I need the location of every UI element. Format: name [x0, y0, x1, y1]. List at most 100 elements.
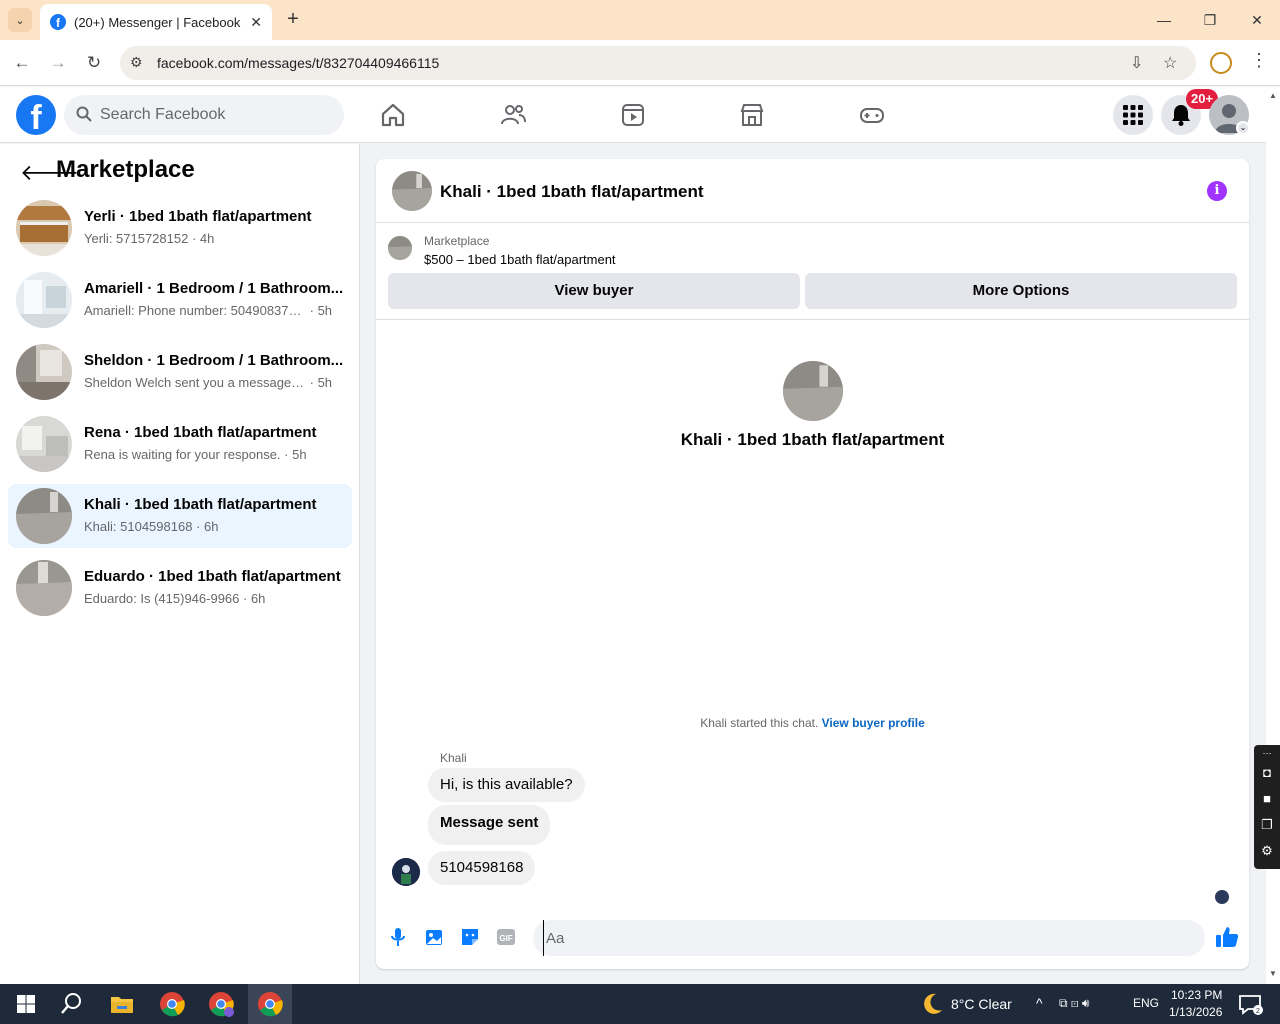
tray-icons[interactable]: ⧉ ⊡ 🔊︎: [1059, 996, 1089, 1011]
intro-thumbnail: [783, 361, 843, 421]
browser-profile-icon[interactable]: [1210, 52, 1232, 74]
browser-tab[interactable]: f (20+) Messenger | Facebook ✕: [40, 4, 272, 40]
reload-icon[interactable]: ↻: [82, 51, 106, 75]
scroll-up-icon[interactable]: ▲: [1269, 91, 1277, 100]
facebook-favicon-icon: f: [50, 14, 66, 30]
chat-thumbnail[interactable]: [392, 171, 432, 211]
info-icon[interactable]: i: [1207, 181, 1227, 201]
language-indicator[interactable]: ENG: [1133, 996, 1159, 1010]
more-tools-icon[interactable]: ⋯: [1258, 745, 1276, 761]
chevron-down-icon[interactable]: ⌄: [1236, 121, 1250, 135]
sticker-icon[interactable]: [460, 927, 480, 947]
close-window-button[interactable]: ✕: [1234, 8, 1280, 32]
bell-icon: [1172, 105, 1190, 126]
conversation-item[interactable]: Amariell · 1 Bedroom / 1 Bathroom... Ama…: [8, 268, 352, 332]
chat-started-notice: Khali started this chat. View buyer prof…: [376, 716, 1249, 730]
conversation-item[interactable]: Yerli · 1bed 1bath flat/apartment Yerli:…: [8, 196, 352, 260]
chrome-active-icon[interactable]: [256, 990, 284, 1018]
conversation-item[interactable]: Eduardo · 1bed 1bath flat/apartment Edua…: [8, 556, 352, 620]
video-camera-icon[interactable]: ■: [1258, 791, 1276, 807]
started-text: Khali started this chat.: [700, 716, 822, 730]
video-icon[interactable]: [619, 101, 647, 129]
sender-avatar[interactable]: [392, 858, 420, 886]
listing-thumbnail: [16, 560, 72, 616]
gif-label: GIF: [499, 934, 512, 943]
minimize-button[interactable]: —: [1141, 8, 1187, 32]
listing-price[interactable]: $500 – 1bed 1bath flat/apartment: [424, 252, 616, 267]
search-input[interactable]: [100, 95, 330, 135]
taskbar-search-icon[interactable]: [58, 990, 86, 1018]
photo-icon[interactable]: [424, 927, 444, 947]
conversation-item-active[interactable]: Khali · 1bed 1bath flat/apartment Khali:…: [8, 484, 352, 548]
bookmark-star-icon[interactable]: ☆: [1163, 53, 1177, 73]
conversation-item[interactable]: Rena · 1bed 1bath flat/apartment Rena is…: [8, 412, 352, 476]
camera-icon[interactable]: ◘: [1258, 765, 1276, 781]
conversation-snippet: Rena is waiting for your response.: [84, 447, 281, 462]
conversation-time: 6h: [204, 519, 219, 534]
facebook-header: f 20+ ⌄: [0, 87, 1266, 143]
menu-grid-button[interactable]: [1113, 95, 1153, 135]
listing-thumbnail: [16, 416, 72, 472]
tab-close-icon[interactable]: ✕: [250, 14, 262, 31]
conversation-name: Rena · 1bed 1bath flat/apartment: [84, 424, 317, 441]
gaming-icon[interactable]: [858, 101, 886, 129]
view-buyer-button[interactable]: View buyer: [388, 273, 800, 309]
back-icon[interactable]: ←: [10, 51, 34, 75]
conversation-sidebar: 🡐 Marketplace Yerli · 1bed 1bath flat/ap…: [0, 144, 360, 984]
chat-header: Khali · 1bed 1bath flat/apartment i: [376, 159, 1249, 223]
conversation-item[interactable]: Sheldon · 1 Bedroom / 1 Bathroom... Shel…: [8, 340, 352, 404]
window-icon[interactable]: ❐: [1258, 817, 1276, 833]
chrome-icon[interactable]: [158, 990, 186, 1018]
gif-icon[interactable]: GIF: [496, 927, 516, 947]
message-bubble[interactable]: 5104598168: [428, 851, 536, 885]
intro-title: Khali · 1bed 1bath flat/apartment: [680, 430, 945, 449]
search-icon: [76, 106, 92, 122]
listing-thumbnail: [16, 272, 72, 328]
listing-source: Marketplace: [424, 234, 490, 248]
thumbs-up-icon[interactable]: [1215, 925, 1239, 949]
browser-menu-icon[interactable]: ⋮: [1250, 50, 1268, 71]
windows-taskbar: 8°C Clear ^ ⧉ ⊡ 🔊︎ ENG 10:23 PM 1/13/202…: [0, 984, 1280, 1024]
friends-icon[interactable]: [499, 101, 527, 129]
windows-start-icon[interactable]: [12, 990, 40, 1018]
message-bubble[interactable]: Message sent: [428, 805, 551, 845]
forward-icon[interactable]: →: [46, 51, 70, 75]
file-explorer-icon[interactable]: [108, 990, 136, 1018]
conversation-snippet: Khali: 5104598168: [84, 519, 193, 534]
sender-name: Khali: [440, 751, 467, 765]
clock-time[interactable]: 10:23 PM: [1171, 988, 1222, 1002]
address-bar[interactable]: ⚙ facebook.com/messages/t/83270440946611…: [120, 46, 1196, 80]
more-options-button[interactable]: More Options: [805, 273, 1237, 309]
message-bubble[interactable]: Hi, is this available?: [428, 768, 585, 802]
url-text[interactable]: facebook.com/messages/t/832704409466115: [157, 55, 439, 71]
listing-thumbnail: [388, 236, 412, 260]
message-input[interactable]: [543, 920, 1143, 956]
facebook-logo[interactable]: f: [16, 95, 56, 135]
notification-center-icon[interactable]: 2: [1236, 990, 1264, 1018]
svg-text:2: 2: [1256, 1008, 1260, 1015]
marketplace-icon[interactable]: [738, 101, 766, 129]
microphone-icon[interactable]: [388, 927, 408, 947]
browser-toolbar: ← → ↻ ⚙ facebook.com/messages/t/83270440…: [0, 40, 1280, 86]
install-app-icon[interactable]: ⇩: [1130, 53, 1143, 73]
site-info-icon[interactable]: ⚙: [130, 54, 143, 71]
seen-indicator-avatar: [1215, 890, 1229, 904]
weather-moon-icon[interactable]: [918, 990, 946, 1018]
clock-date[interactable]: 1/13/2026: [1169, 1005, 1222, 1019]
home-icon[interactable]: [379, 101, 407, 129]
facebook-search[interactable]: [64, 95, 344, 135]
conversation-name: Sheldon · 1 Bedroom / 1 Bathroom...: [84, 352, 344, 369]
tab-search-button[interactable]: ⌄: [8, 8, 32, 32]
conversation-snippet: Sheldon Welch sent you a message a...: [84, 375, 306, 390]
chat-title[interactable]: Khali · 1bed 1bath flat/apartment: [440, 182, 704, 202]
settings-gear-icon[interactable]: ⚙: [1258, 843, 1276, 859]
restore-button[interactable]: ❐: [1187, 8, 1233, 32]
message-input-wrapper[interactable]: [533, 920, 1205, 956]
view-buyer-profile-link[interactable]: View buyer profile: [822, 716, 925, 730]
weather-text[interactable]: 8°C Clear: [951, 996, 1012, 1012]
new-tab-button[interactable]: +: [282, 8, 304, 30]
scroll-down-icon[interactable]: ▼: [1269, 969, 1277, 978]
tray-chevron-icon[interactable]: ^: [1036, 995, 1043, 1011]
floating-tool-panel: ⋯ ◘ ■ ❐ ⚙: [1254, 745, 1280, 869]
chrome-profile-icon[interactable]: [207, 990, 235, 1018]
